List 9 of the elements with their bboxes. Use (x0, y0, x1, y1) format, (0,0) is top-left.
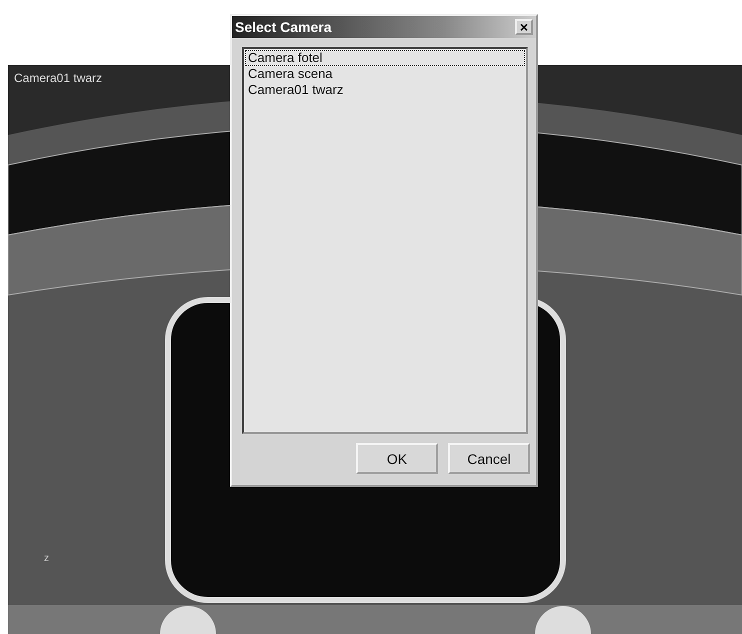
ok-button[interactable]: OK (356, 443, 438, 474)
dialog-title: Select Camera (235, 19, 332, 35)
viewport-label: Camera01 twarz (14, 71, 102, 85)
camera-list-item[interactable]: Camera fotel (245, 50, 525, 66)
cancel-button[interactable]: Cancel (448, 443, 530, 474)
camera-list-item[interactable]: Camera scena (245, 66, 525, 82)
close-button[interactable]: × (515, 19, 533, 35)
camera-list-item[interactable]: Camera01 twarz (245, 82, 525, 98)
axis-label: z (44, 553, 49, 564)
